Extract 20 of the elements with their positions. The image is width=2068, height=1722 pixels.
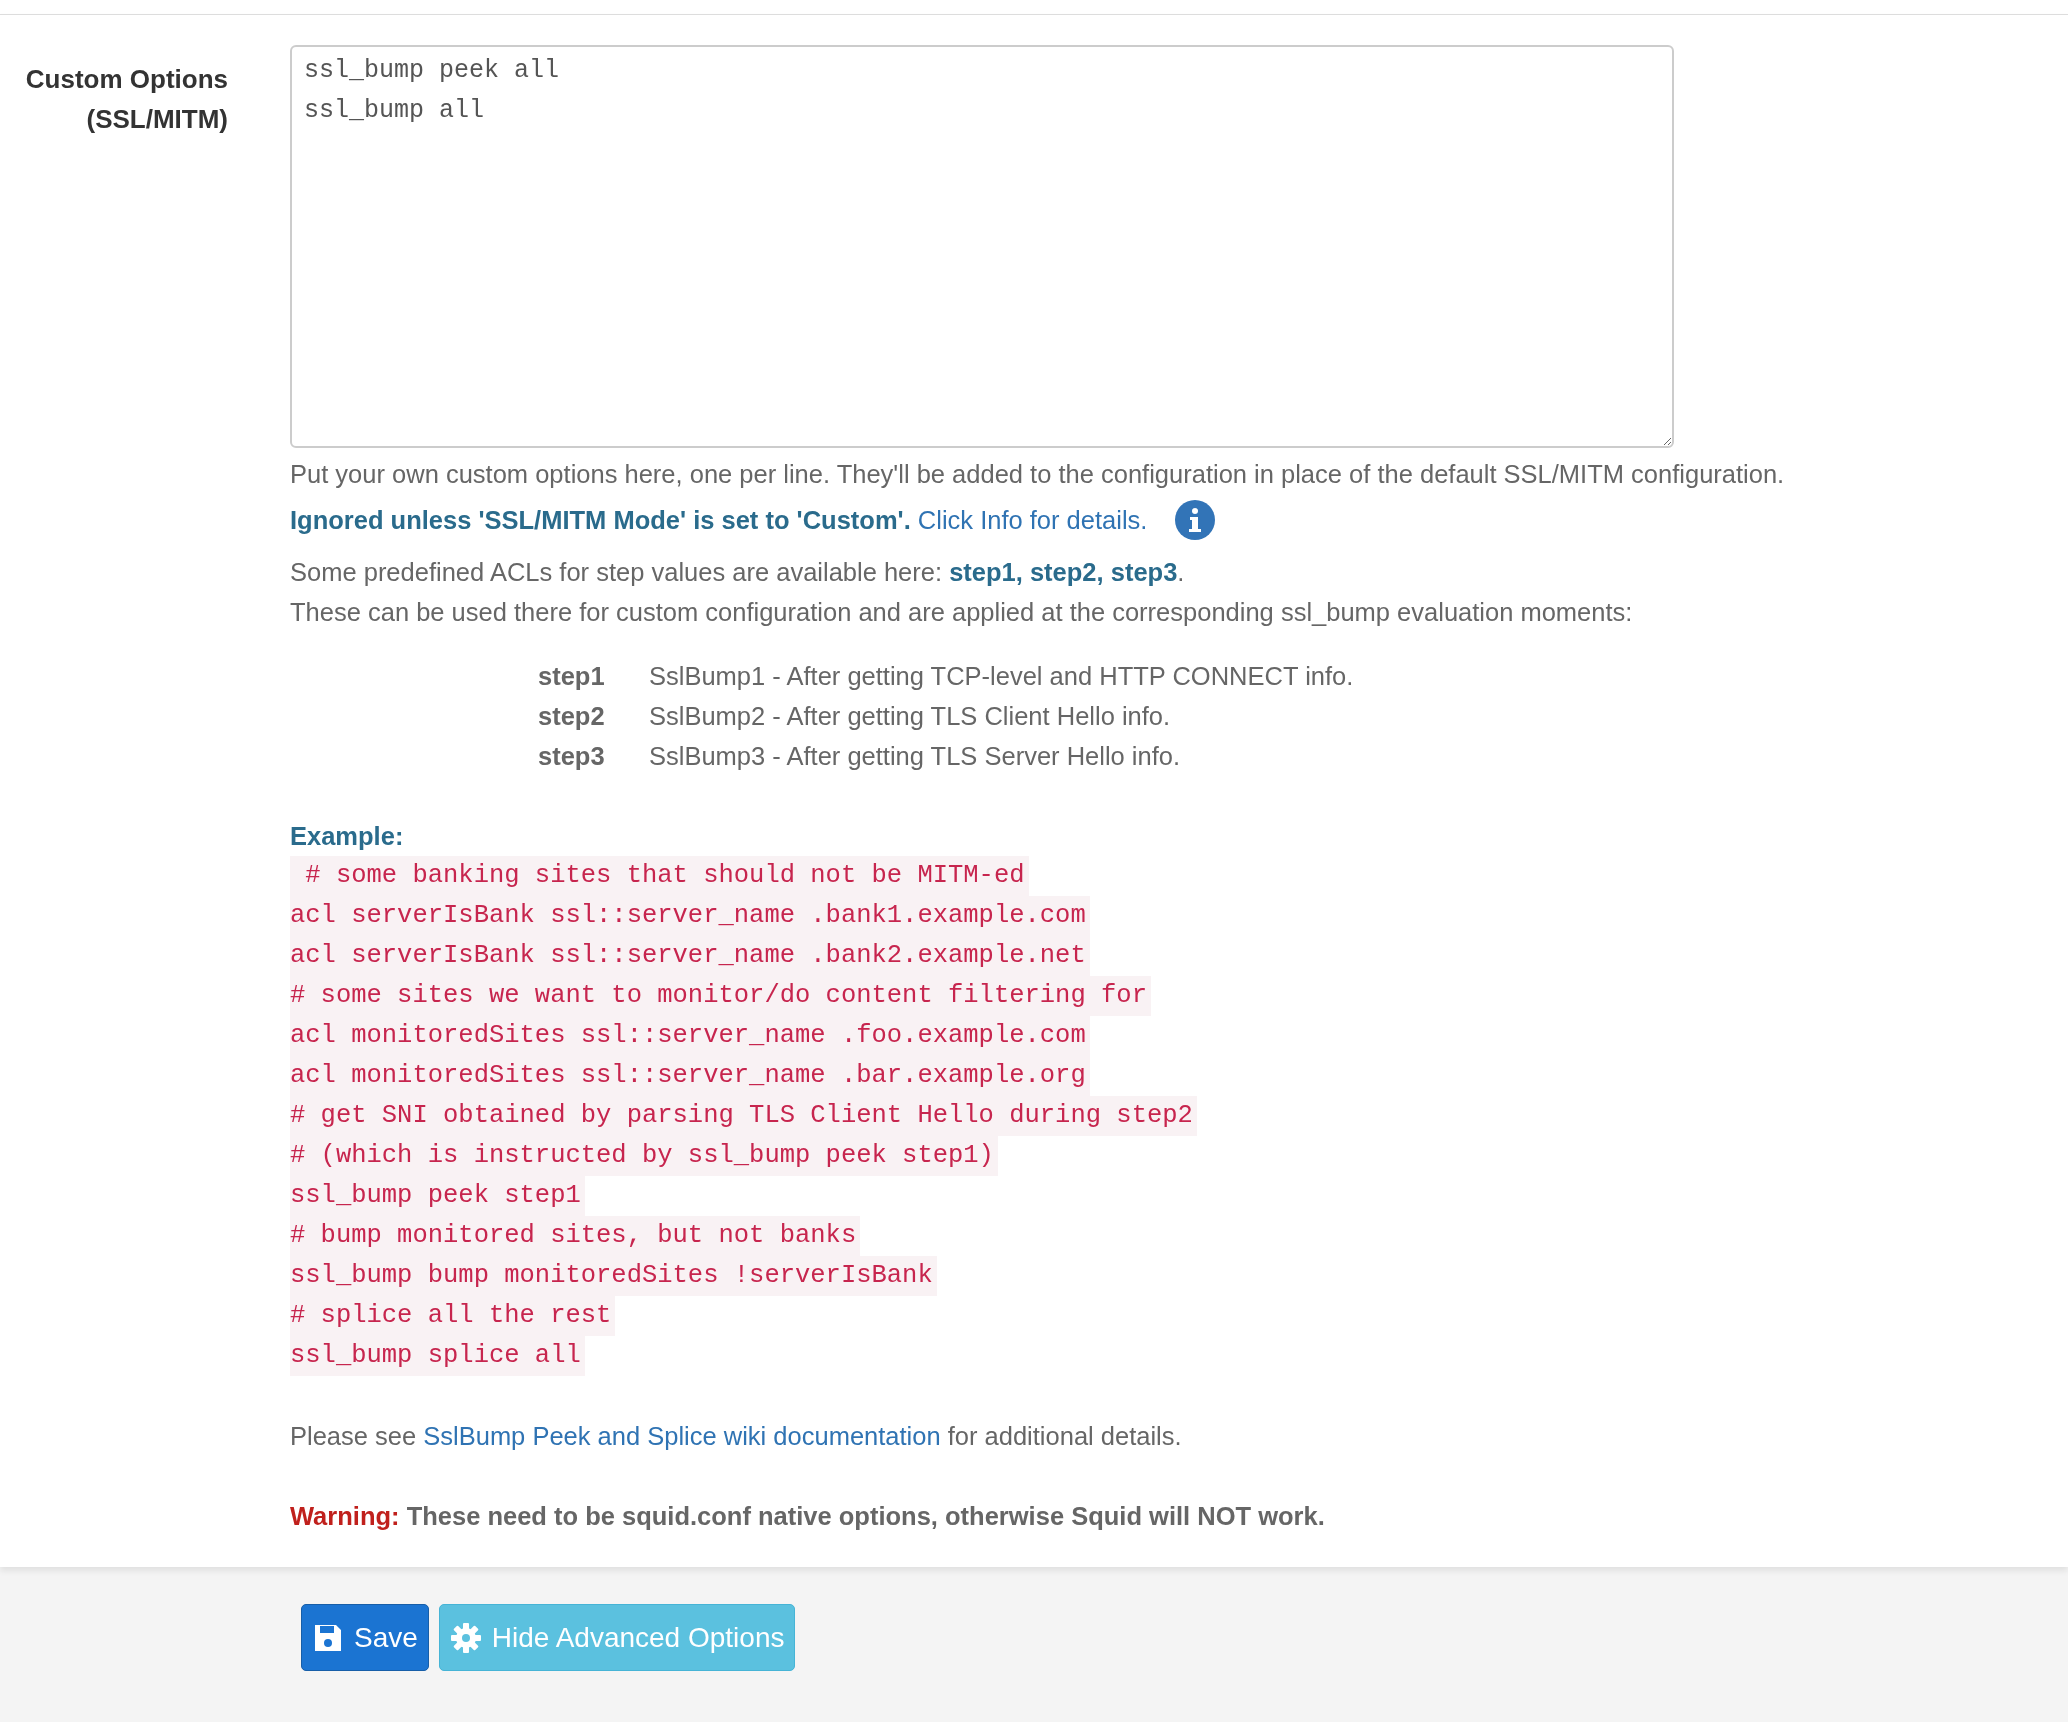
info-icon[interactable] [1175, 500, 1216, 540]
help-text: Please see SslBump Peek and Splice wiki documentation for additional details. [290, 1421, 1183, 1452]
step-term: step3 [538, 741, 606, 772]
help-note: Ignored unless 'SSL/MITM Mode' is set to 'Custom'. Click Info for details. [290, 505, 1148, 536]
step-description: SslBump2 - After getting TLS Client Hello info. [649, 701, 1172, 732]
field-label: Custom Options (SSL/MITM) [24, 63, 228, 136]
warning-text: Warning: These need to be squid.conf native options, otherwise Squid will NOT work. [290, 1501, 1326, 1532]
step-term: step1 [538, 661, 606, 692]
custom-options-field[interactable]: ssl_bump peek all ssl_bump all [290, 45, 1674, 448]
help-text: These can be used there for custom configuration and are applied at the corresponding ssl_bump evaluation moments: [290, 597, 1634, 628]
step-term: step2 [538, 701, 606, 732]
wiki-link[interactable]: SslBump Peek and Splice wiki documentation [423, 1422, 941, 1450]
gear-icon [449, 1621, 482, 1654]
help-text: Some predefined ACLs for step values are available here: step1, step2, step3. [290, 557, 1186, 588]
step-description: SslBump3 - After getting TLS Server Hello info. [649, 741, 1182, 772]
example-heading: Example: [290, 821, 405, 852]
save-button[interactable]: Save [301, 1604, 429, 1671]
info-link[interactable]: Click Info for details. [917, 506, 1148, 534]
step-description: SslBump1 - After getting TCP-level and HTTP CONNECT info. [649, 661, 1355, 692]
help-text: Put your own custom options here, one per line. They'll be added to the configuration in place of the default SSL/MITM configuration. [290, 459, 1786, 490]
